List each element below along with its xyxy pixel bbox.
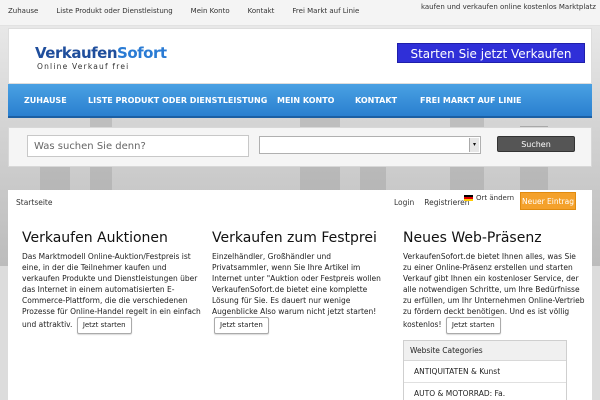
top-bar: Zuhause Liste Produkt oder Dienstleistun… — [0, 0, 600, 26]
category-item[interactable]: AUTO & MOTORRAD: Fa. — [404, 383, 566, 400]
column-title: Verkaufen zum Festprei — [212, 230, 377, 246]
nav-item-kontakt[interactable]: KONTAKT — [355, 96, 397, 105]
logo-text-sofort: Sofort — [117, 44, 167, 62]
top-link-mein-konto[interactable]: Mein Konto — [191, 7, 230, 15]
site-header: VerkaufenSofort Online Verkauf frei Star… — [8, 28, 592, 84]
start-now-button[interactable]: Jetzt starten — [214, 317, 269, 334]
column-text: VerkaufenSofort.de bietet Ihnen alles, w… — [403, 251, 585, 334]
start-selling-banner[interactable]: Starten Sie jetzt Verkaufen — [397, 43, 585, 63]
main-nav: ZUHAUSE LISTE PRODUKT ODER DIENSTLEISTUN… — [8, 84, 592, 118]
column-text: Das Marktmodell Online-Auktion/Festpreis… — [22, 251, 202, 334]
locale-label: Ort ändern — [476, 194, 515, 202]
categories-header: Website Categories — [404, 341, 566, 361]
main-content: Startseite Login Registrieren Ort ändern… — [8, 190, 592, 400]
column-text: Einzelhändler, Großhändler und Privatsam… — [212, 251, 390, 334]
top-link-liste[interactable]: Liste Produkt oder Dienstleistung — [56, 7, 172, 15]
category-item[interactable]: ANTIQUITATEN & Kunst — [404, 361, 566, 383]
site-tagline: kaufen und verkaufen online kostenlos Ma… — [420, 3, 596, 11]
category-select[interactable]: ▾ — [259, 136, 481, 154]
top-link-frei-markt[interactable]: Frei Markt auf Linie — [292, 7, 359, 15]
start-now-button[interactable]: Jetzt starten — [76, 317, 132, 334]
nav-item-mein-konto[interactable]: MEIN KONTO — [277, 96, 334, 105]
nav-item-liste[interactable]: LISTE PRODUKT ODER DIENSTLEISTUNG — [88, 96, 267, 105]
logo-text-verkaufen: Verkaufen — [35, 44, 118, 62]
german-flag-icon — [464, 195, 473, 201]
top-link-kontakt[interactable]: Kontakt — [248, 7, 275, 15]
site-logo[interactable]: VerkaufenSofort Online Verkauf frei — [35, 44, 167, 72]
column-festpreis: Verkaufen zum Festprei Einzelhändler, Gr… — [212, 230, 390, 334]
breadcrumb[interactable]: Startseite — [16, 198, 52, 207]
column-auktionen: Verkaufen Auktionen Das Marktmodell Onli… — [22, 230, 202, 334]
register-link[interactable]: Registrieren — [424, 198, 469, 207]
website-categories: Website Categories ANTIQUITATEN & Kunst … — [403, 340, 567, 400]
search-button[interactable]: Suchen — [497, 136, 575, 152]
login-link[interactable]: Login — [394, 198, 414, 207]
chevron-down-icon[interactable]: ▾ — [469, 138, 479, 152]
column-title: Neues Web-Präsenz — [403, 230, 542, 246]
top-links: Zuhause Liste Produkt oder Dienstleistun… — [8, 7, 359, 15]
search-input[interactable] — [27, 135, 249, 157]
column-body: Einzelhändler, Großhändler und Privatsam… — [212, 252, 381, 316]
nav-item-zuhause[interactable]: ZUHAUSE — [24, 96, 67, 105]
logo-subtitle: Online Verkauf frei — [37, 62, 130, 71]
search-panel: ▾ Suchen — [8, 127, 592, 167]
locale-switcher[interactable]: Ort ändern — [464, 194, 514, 202]
top-link-zuhause[interactable]: Zuhause — [8, 7, 38, 15]
new-entry-button[interactable]: Neuer Eintrag — [520, 192, 576, 210]
nav-item-frei-markt[interactable]: FREI MARKT AUF LINIE — [420, 96, 522, 105]
column-web-praesenz: Neues Web-Präsenz VerkaufenSofort.de bie… — [403, 230, 585, 400]
start-now-button[interactable]: Jetzt starten — [445, 317, 501, 334]
user-links: Login Registrieren — [394, 198, 469, 207]
column-title: Verkaufen Auktionen — [22, 230, 168, 246]
